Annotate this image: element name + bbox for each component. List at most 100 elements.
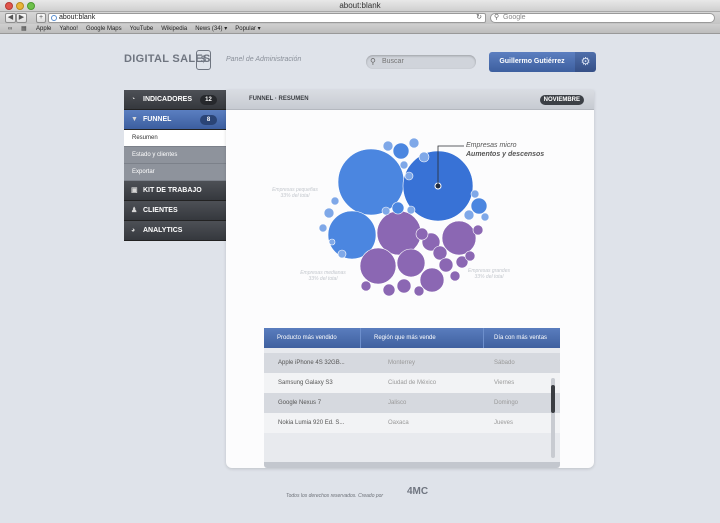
purple-bubble[interactable] [376, 210, 422, 256]
panel-title: Panel de Administración [226, 56, 302, 63]
cell-region: Ciudad de México [388, 380, 437, 386]
funnel-bubble-chart [318, 137, 490, 297]
phone-dollar-icon: $ [196, 50, 211, 70]
table-row[interactable]: Samsung Galaxy S3 Ciudad de México Viern… [264, 373, 560, 393]
forward-arrow-icon: ▶ [18, 14, 25, 21]
column-header-day[interactable]: Día con más ventas [484, 328, 560, 348]
address-bar[interactable]: about:blank ↻ [48, 13, 486, 23]
blue-bubble[interactable] [382, 140, 394, 152]
reading-list-icon[interactable]: ∞ [8, 26, 12, 32]
cell-product: Samsung Galaxy S3 [278, 380, 333, 386]
cell-region: Oaxaca [388, 420, 409, 426]
bookmark-link[interactable]: Google Maps [86, 24, 122, 34]
settings-button[interactable]: ⚙ [575, 52, 596, 72]
back-button[interactable]: ◀ [5, 13, 16, 23]
blue-bubble[interactable] [404, 171, 414, 181]
table-row[interactable]: Nokia Lumia 920 Ed. S... Oaxaca Jueves [264, 413, 560, 433]
bookmarks-list: Apple Yahoo! Google Maps YouTube Wikipedia Ne… [36, 24, 261, 34]
sidebar-subitem-exportar[interactable]: Exportar [124, 164, 226, 181]
purple-bubble[interactable] [441, 220, 477, 256]
faint-label-right: Empresas grandes 33% del total [460, 268, 518, 280]
purple-bubble[interactable] [438, 257, 454, 273]
count-badge: 12 [200, 95, 217, 105]
purple-bubble[interactable] [415, 227, 429, 241]
blue-bubble[interactable] [381, 206, 391, 216]
bookmark-link[interactable]: Yahoo! [59, 24, 78, 34]
purple-bubble[interactable] [464, 250, 476, 262]
blue-bubble[interactable] [337, 249, 347, 259]
sidebar: ◔ INDICADORES 12 ▼ FUNNEL 8 Resumen Esta… [124, 90, 226, 241]
sidebar-item-clientes[interactable]: ♟ CLIENTES [124, 201, 226, 221]
sales-summary-table: Producto más vendido Región que más vend… [264, 328, 560, 468]
briefcase-icon: ▣ [131, 187, 138, 194]
blue-bubble[interactable] [392, 142, 410, 160]
blue-bubble[interactable] [330, 196, 340, 206]
search-icon: ⚲ [494, 14, 500, 21]
blue-bubble[interactable] [406, 205, 416, 215]
sidebar-subitem-estado[interactable]: Estado y clientes [124, 147, 226, 164]
back-arrow-icon: ◀ [7, 14, 14, 21]
sidebar-item-label: ANALYTICS [143, 227, 183, 234]
window-titlebar: about:blank [0, 0, 720, 12]
purple-bubble[interactable] [396, 248, 426, 278]
add-bookmark-button[interactable]: + [36, 13, 46, 23]
cell-product: Google Nexus 7 [278, 400, 322, 406]
bookmark-link[interactable]: Popular ▾ [235, 24, 260, 34]
scrollbar-thumb[interactable] [551, 385, 555, 413]
pie-icon: ◕ [131, 227, 136, 234]
bookmark-link[interactable]: Apple [36, 24, 51, 34]
funnel-icon: ▼ [131, 116, 138, 123]
blue-bubble[interactable] [418, 151, 430, 163]
cell-product: Apple iPhone 4S 32GB... [278, 360, 345, 366]
column-header-region[interactable]: Región que más vende [361, 328, 484, 348]
cell-product: Nokia Lumia 920 Ed. S... [278, 420, 345, 426]
purple-bubble[interactable] [472, 224, 484, 236]
faint-label-value: 33% del total [474, 274, 504, 280]
purple-bubble[interactable] [382, 283, 396, 297]
gear-icon: ⚙ [580, 56, 591, 68]
blue-bubble[interactable] [328, 238, 336, 246]
blue-bubble[interactable] [323, 207, 335, 219]
sidebar-subitem-resumen[interactable]: Resumen [124, 130, 226, 147]
address-text: about:blank [59, 14, 96, 21]
browser-search-placeholder: Google [503, 14, 526, 21]
blue-bubble[interactable] [480, 212, 490, 222]
purple-bubble[interactable] [359, 247, 397, 285]
sidebar-item-label: INDICADORES [143, 96, 193, 103]
month-selector[interactable]: NOVIEMBRE [539, 95, 584, 105]
sidebar-item-funnel[interactable]: ▼ FUNNEL 8 [124, 110, 226, 130]
cell-region: Jalisco [388, 400, 407, 406]
reload-icon[interactable]: ↻ [476, 14, 482, 22]
purple-bubble[interactable] [449, 270, 461, 282]
column-header-product[interactable]: Producto más vendido [264, 328, 361, 348]
blue-bubble[interactable] [470, 197, 488, 215]
table-row[interactable]: Apple iPhone 4S 32GB... Monterrey Sábado [264, 353, 560, 373]
blue-bubble[interactable] [399, 160, 409, 170]
faint-label-value: 33% del total [280, 193, 310, 199]
sidebar-item-analytics[interactable]: ◕ ANALYTICS [124, 221, 226, 241]
blue-bubble[interactable] [318, 223, 328, 233]
bookmarks-bar: ∞ ▦ Apple Yahoo! Google Maps YouTube Wikiped… [0, 24, 720, 34]
search-input[interactable] [366, 55, 476, 69]
bookmark-link[interactable]: YouTube [130, 24, 154, 34]
blue-bubble[interactable] [391, 201, 405, 215]
table-row[interactable]: Google Nexus 7 Jalisco Domingo [264, 393, 560, 413]
sidebar-item-kit[interactable]: ▣ KIT DE TRABAJO [124, 181, 226, 201]
purple-bubble[interactable] [396, 278, 412, 294]
sidebar-item-label: CLIENTES [143, 207, 178, 214]
user-menu-button[interactable]: Guillermo Gutiérrez [489, 52, 575, 72]
blue-bubble[interactable] [463, 209, 475, 221]
blue-bubble[interactable] [470, 189, 480, 199]
purple-bubble[interactable] [413, 285, 425, 297]
bookmark-link[interactable]: News (34) ▾ [195, 24, 227, 34]
plus-icon: + [38, 14, 44, 21]
browser-search-field[interactable]: ⚲ Google [490, 13, 715, 23]
forward-button[interactable]: ▶ [16, 13, 27, 23]
bookmark-link[interactable]: Wikipedia [161, 24, 187, 34]
bookmarks-grid-icon[interactable]: ▦ [21, 26, 27, 32]
purple-bubble[interactable] [360, 280, 372, 292]
blue-bubble[interactable] [408, 137, 420, 149]
annotation-subtitle: Aumentos y descensos [466, 151, 545, 158]
table-scrollbar[interactable] [551, 378, 555, 458]
sidebar-item-indicadores[interactable]: ◔ INDICADORES 12 [124, 90, 226, 110]
